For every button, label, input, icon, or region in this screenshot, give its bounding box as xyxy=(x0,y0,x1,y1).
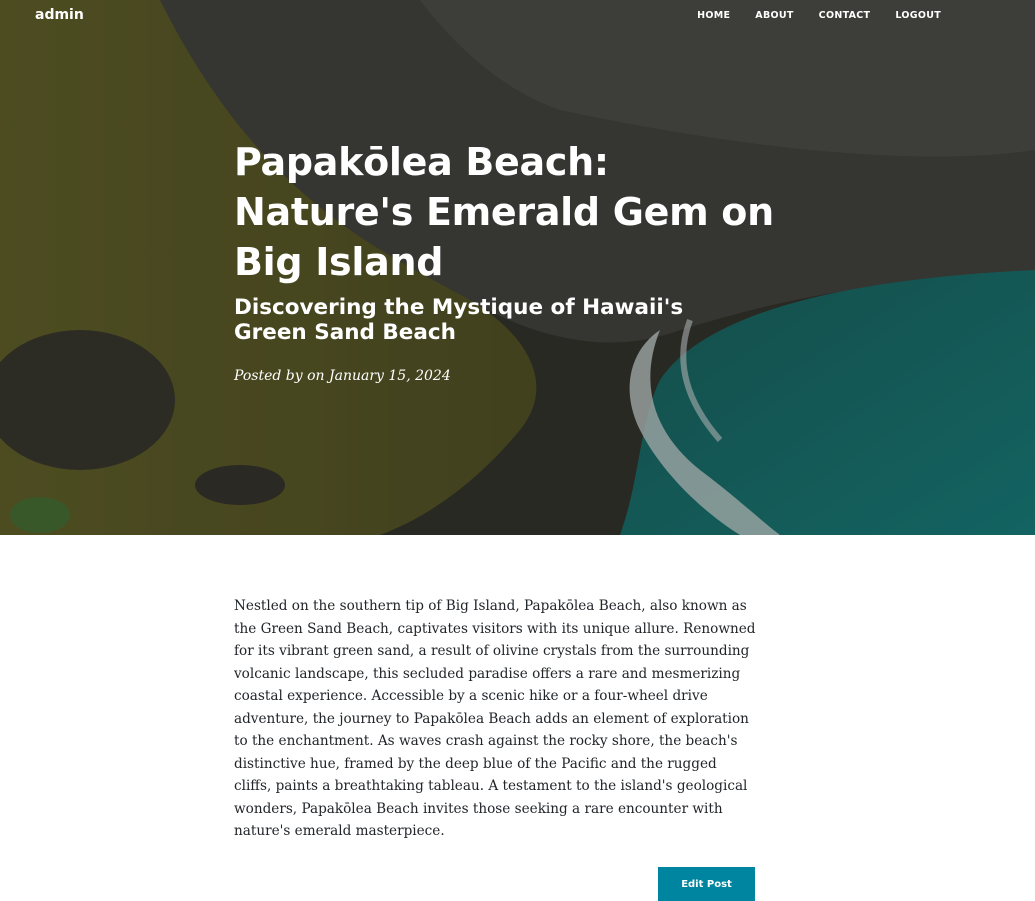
post-heading: Papakōlea Beach: Nature's Emerald Gem on… xyxy=(234,137,774,345)
nav-link-about[interactable]: ABOUT xyxy=(755,10,793,21)
post-body: Nestled on the southern tip of Big Islan… xyxy=(234,595,756,843)
post-title: Papakōlea Beach: Nature's Emerald Gem on… xyxy=(234,140,774,284)
brand-link[interactable]: admin xyxy=(35,7,84,23)
navbar: admin HOME ABOUT CONTACT LOGOUT xyxy=(0,0,1035,34)
post-subtitle: Discovering the Mystique of Hawaii's Gre… xyxy=(234,295,684,345)
post-header: admin HOME ABOUT CONTACT LOGOUT Papakōle… xyxy=(0,0,1035,535)
nav-link-home[interactable]: HOME xyxy=(697,10,730,21)
nav-link-logout[interactable]: LOGOUT xyxy=(895,10,941,21)
nav-link-contact[interactable]: CONTACT xyxy=(819,10,871,21)
post-meta: Posted by on January 15, 2024 xyxy=(234,368,451,384)
nav-links: HOME ABOUT CONTACT LOGOUT xyxy=(697,10,941,21)
post-body-text: Nestled on the southern tip of Big Islan… xyxy=(234,598,756,839)
edit-post-button[interactable]: Edit Post xyxy=(658,867,755,901)
